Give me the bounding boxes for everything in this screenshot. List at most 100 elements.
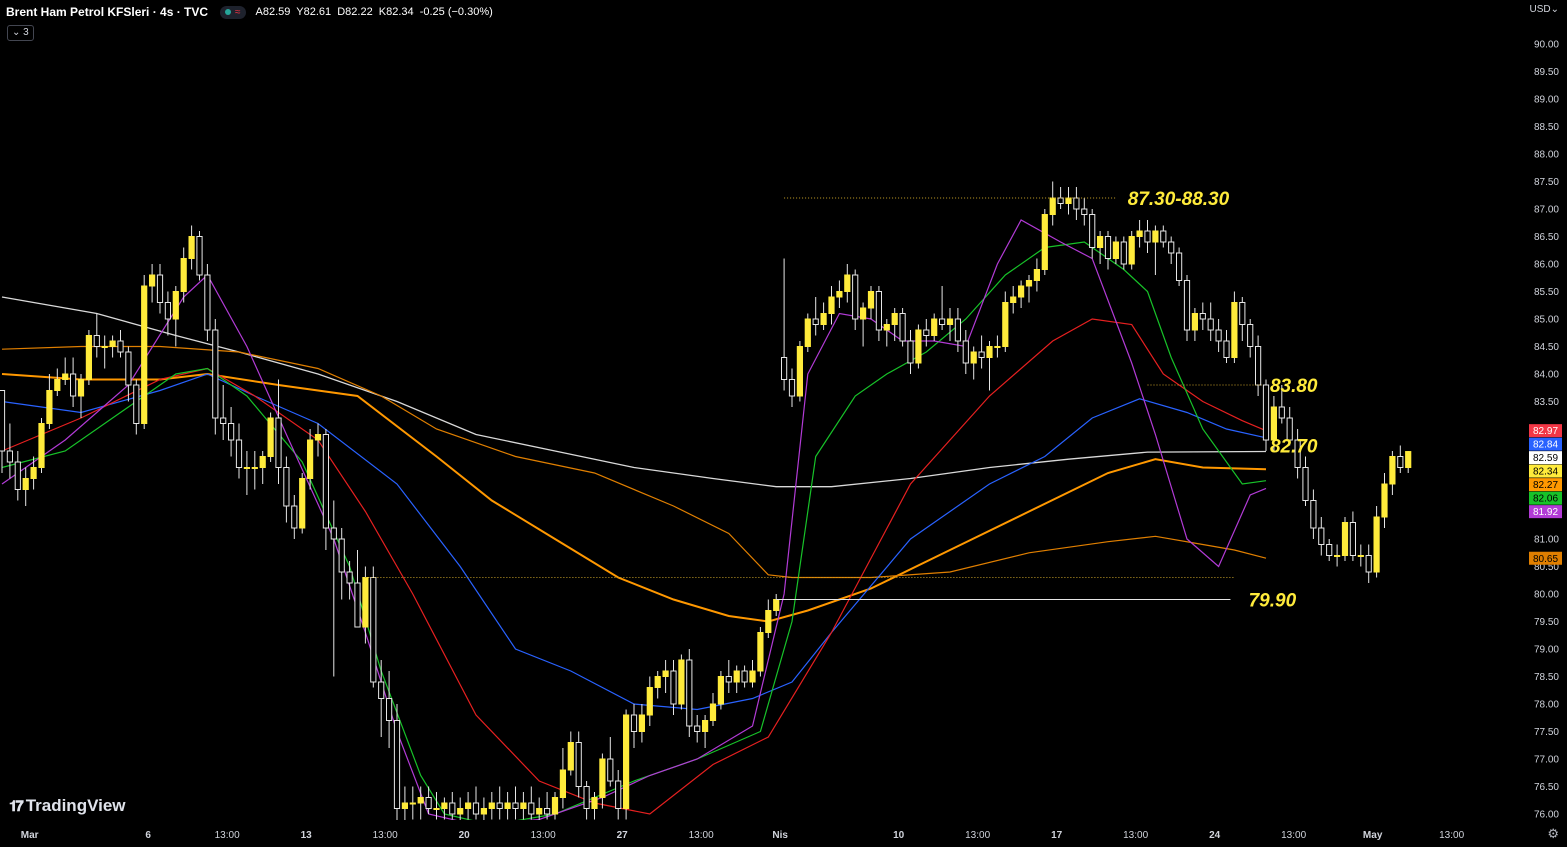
currency-selector[interactable]: USD⌄	[1529, 4, 1559, 15]
candle-body	[994, 346, 1001, 348]
time-tick-label: 13:00	[1123, 830, 1148, 841]
candle-body	[338, 538, 345, 573]
price-tick-label: 85.50	[1534, 287, 1559, 298]
price-tick-label: 79.00	[1534, 645, 1559, 656]
candle-body	[788, 379, 796, 397]
candle-body	[875, 291, 882, 331]
time-tick-label: May	[1363, 830, 1383, 841]
candle-body	[1365, 555, 1372, 573]
candlesticks	[0, 181, 1412, 820]
candle-body	[1176, 252, 1183, 281]
candle-body	[551, 797, 559, 815]
candle-body	[820, 313, 827, 325]
candle-body	[1104, 236, 1112, 259]
time-tick-label: 13:00	[373, 830, 398, 841]
candle-body	[520, 802, 527, 809]
candle-body	[694, 725, 701, 732]
candle-body	[1136, 230, 1143, 237]
candle-body	[417, 797, 424, 804]
candle-body	[1207, 318, 1214, 331]
candle-body	[591, 797, 598, 809]
candle-body	[354, 582, 361, 628]
candle-body	[891, 313, 898, 325]
candle-body	[1302, 467, 1309, 501]
market-status[interactable]: ≈	[220, 5, 246, 19]
candle-body	[670, 670, 677, 705]
candle-body	[741, 670, 748, 683]
candle-body	[1049, 197, 1056, 215]
candle-body	[141, 285, 148, 424]
candle-body	[709, 703, 717, 721]
candle-body	[235, 439, 243, 468]
candle-body	[291, 505, 298, 529]
candle-body	[275, 417, 282, 468]
candle-body	[781, 357, 788, 380]
time-tick-label: 27	[617, 830, 629, 841]
candle-body	[0, 390, 6, 452]
candle-body	[615, 780, 622, 809]
candle-body	[1057, 197, 1064, 204]
candle-body	[1357, 555, 1364, 557]
candle-body	[907, 340, 914, 364]
candle-body	[6, 450, 13, 463]
candle-body	[54, 379, 61, 391]
candle-body	[362, 577, 369, 628]
candle-body	[1310, 500, 1317, 529]
candle-body	[1262, 384, 1270, 441]
candle-body	[607, 758, 614, 782]
candle-body	[457, 808, 464, 815]
candle-body	[757, 632, 764, 672]
tradingview-logo-icon: 𝟏𝟕	[9, 797, 24, 815]
currency-label: USD	[1529, 4, 1551, 15]
candle-body	[749, 670, 756, 683]
candle-body	[393, 720, 401, 809]
candle-body	[188, 236, 195, 259]
annotation-label-3[interactable]: 79.90	[1249, 591, 1297, 612]
tradingview-logo[interactable]: 𝟏𝟕 TradingView	[9, 796, 126, 816]
candle-body	[180, 258, 187, 292]
chart-settings-button[interactable]: ⚙	[1547, 826, 1559, 842]
indicators-collapse-button[interactable]: ⌄ 3	[7, 25, 34, 41]
candle-body	[867, 291, 875, 309]
candle-body	[62, 373, 69, 380]
candle-body	[1073, 197, 1080, 210]
price-label-text: 82.27	[1533, 480, 1558, 491]
symbol-title[interactable]: Brent Ham Petrol KFSleri · 4s · TVC	[6, 5, 208, 19]
time-tick-label: 13:00	[965, 830, 990, 841]
price-label-text: 82.97	[1533, 426, 1558, 437]
time-tick-label: 10	[893, 830, 905, 841]
price-tick-label: 90.00	[1534, 40, 1559, 51]
candle-body	[686, 659, 693, 727]
price-chart[interactable]: 87.30-88.30 83.80 82.70 79.90 90.00 89.50 89.…	[0, 0, 1567, 847]
moving-average-line-3	[1, 373, 1267, 711]
annotation-label-1[interactable]: 83.80	[1270, 376, 1318, 397]
candle-body	[970, 351, 977, 364]
annotation-label-0[interactable]: 87.30-88.30	[1128, 189, 1230, 210]
candle-body	[204, 274, 211, 331]
candle-body	[251, 467, 258, 469]
price-tick-label: 88.00	[1534, 150, 1559, 161]
price-tick-label: 89.50	[1534, 67, 1559, 78]
candle-body	[986, 346, 993, 358]
candle-body	[1239, 302, 1246, 325]
candle-body	[409, 802, 416, 805]
candle-body	[1397, 456, 1404, 468]
candle-body	[654, 676, 661, 688]
time-axis[interactable]: Mar 6 13:00 13 13:00 20 13:00 27 13:00 Nis 10 13:00…	[21, 830, 1465, 841]
candle-body	[1349, 522, 1357, 556]
candle-body	[915, 329, 922, 364]
candle-body	[1191, 313, 1199, 331]
low-value: D82.22	[337, 6, 373, 18]
candle-body	[623, 714, 630, 809]
candle-body	[1223, 340, 1230, 358]
candle-body	[978, 351, 985, 358]
candle-body	[1278, 406, 1285, 419]
candle-body	[480, 808, 487, 815]
candle-body	[504, 802, 511, 809]
moving-average-line-2	[1, 345, 1267, 579]
candle-body	[196, 236, 203, 276]
candle-body	[1112, 241, 1120, 259]
annotation-label-2[interactable]: 82.70	[1270, 437, 1318, 458]
candle-body	[101, 346, 108, 348]
candle-body	[1160, 230, 1167, 243]
